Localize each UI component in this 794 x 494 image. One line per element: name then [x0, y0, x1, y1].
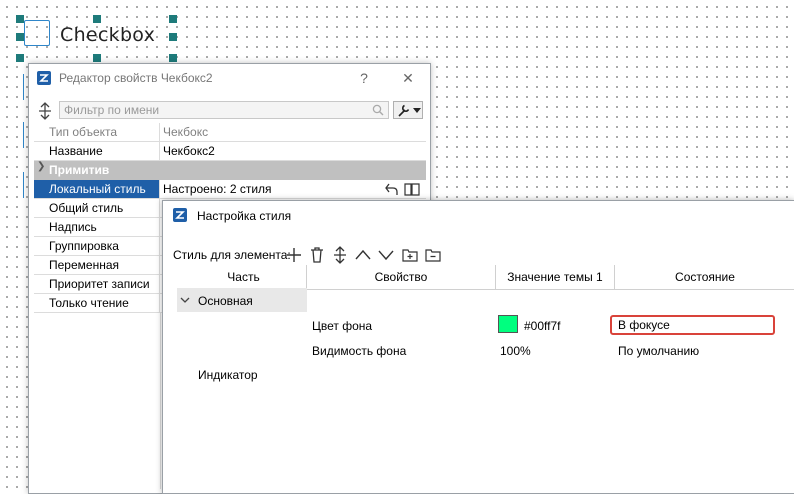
property-name: Группировка [34, 237, 160, 255]
window-title: Редактор свойств Чекбокс2 [59, 71, 213, 85]
move-up-icon[interactable] [354, 246, 372, 264]
property-name: Общий стиль [34, 199, 160, 217]
resize-handle-bottom-center[interactable] [93, 54, 101, 62]
remove-folder-icon[interactable] [424, 246, 442, 264]
app-logo-icon [37, 71, 51, 85]
widget-edge [23, 122, 27, 148]
resize-handle-bottom-left[interactable] [16, 54, 24, 62]
part-name[interactable]: Индикатор [198, 368, 258, 382]
delete-icon[interactable] [308, 246, 326, 264]
title-bar[interactable]: Редактор свойств Чекбокс2 ? ✕ [29, 64, 430, 92]
state-field-highlighted[interactable]: В фокусе [610, 315, 775, 335]
property-name: Локальный стиль [34, 180, 160, 198]
theme-value[interactable]: #00ff7f [524, 319, 560, 333]
style-settings-window: Настройка стиля Стиль для элемента: Част… [162, 200, 794, 494]
theme-value[interactable]: 100% [500, 344, 531, 358]
style-toolbar: Стиль для элемента: [173, 245, 794, 265]
move-down-icon[interactable] [377, 246, 395, 264]
chevron-down-icon[interactable] [180, 297, 190, 304]
resize-handle-middle-right[interactable] [169, 33, 177, 41]
group-name: Примитив [49, 163, 110, 177]
state-value: В фокусе [618, 318, 670, 332]
resize-handle-top-right[interactable] [169, 15, 177, 23]
property-name: Приоритет записи [34, 275, 160, 293]
property-name: Название [34, 142, 160, 160]
column-divider [160, 313, 161, 489]
part-name[interactable]: Основная [198, 294, 253, 308]
help-button[interactable]: ? [355, 69, 373, 87]
filter-field[interactable] [59, 101, 389, 119]
wrench-icon [398, 104, 410, 117]
filter-input[interactable] [60, 102, 368, 118]
app-logo-icon [173, 208, 187, 222]
search-icon [372, 104, 384, 116]
color-swatch[interactable] [498, 315, 518, 333]
add-icon[interactable] [285, 246, 303, 264]
resize-handle-middle-left[interactable] [16, 33, 24, 41]
property-name[interactable]: Цвет фона [312, 319, 372, 333]
column-header-property[interactable]: Свойство [307, 265, 496, 289]
resize-handle-bottom-right[interactable] [169, 54, 177, 62]
expand-collapse-icon[interactable] [331, 246, 349, 264]
open-book-icon[interactable] [404, 182, 420, 196]
expand-collapse-icon[interactable] [38, 102, 52, 120]
filter-toolbar [29, 98, 430, 124]
dialog-title: Настройка стиля [197, 209, 292, 223]
checkbox-widget[interactable] [24, 20, 50, 46]
add-folder-icon[interactable] [401, 246, 419, 264]
column-header-part[interactable]: Часть [181, 265, 307, 289]
settings-tool-button[interactable] [393, 101, 423, 119]
property-value: Чекбокс [163, 125, 209, 139]
property-group-primitive[interactable]: ❯ Примитив [34, 161, 426, 180]
property-name: Тип объекта [34, 123, 160, 141]
column-header-state[interactable]: Состояние [615, 265, 794, 289]
property-name[interactable]: Видимость фона [312, 344, 406, 358]
table-header: Часть Свойство Значение темы 1 Состояние [181, 265, 794, 290]
resize-handle-top-left[interactable] [16, 15, 24, 23]
resize-handle-top-center[interactable] [93, 15, 101, 23]
reset-icon[interactable] [384, 182, 399, 196]
property-row-selected[interactable]: Локальный стиль Настроено: 2 стиля [34, 180, 426, 199]
property-row[interactable]: Тип объекта Чекбокс [34, 123, 426, 142]
property-name: Надпись [34, 218, 160, 236]
property-value[interactable]: Чекбокс2 [161, 142, 426, 160]
checkbox-label[interactable]: Checkbox [60, 24, 155, 46]
column-header-theme-value[interactable]: Значение темы 1 [496, 265, 615, 289]
widget-edge [23, 74, 27, 100]
toolbar-label: Стиль для элемента: [173, 248, 291, 262]
property-row[interactable]: Название Чекбокс2 [34, 142, 426, 161]
state-value[interactable]: По умолчанию [618, 344, 699, 358]
chevron-down-icon [413, 108, 421, 113]
widget-edge [23, 172, 27, 198]
property-name: Только чтение [34, 294, 160, 312]
close-button[interactable]: ✕ [399, 69, 417, 87]
property-name: Переменная [34, 256, 160, 274]
